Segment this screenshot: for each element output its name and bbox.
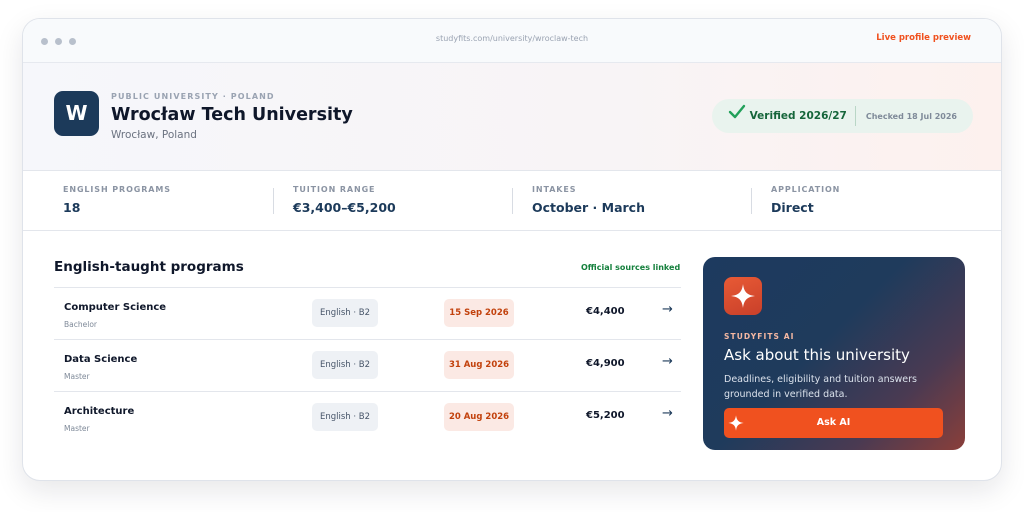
deadline-pill: 31 Aug 2026 <box>444 351 514 379</box>
stat-divider <box>273 188 274 214</box>
university-header: W PUBLIC UNIVERSITY · POLAND Wrocław Tec… <box>23 63 1001 171</box>
ask-ai-button-label: Ask AI <box>816 417 851 428</box>
stat-label: APPLICATION <box>771 185 841 194</box>
stat-value: 18 <box>63 200 81 215</box>
program-row[interactable]: Computer Science Bachelor English · B2 1… <box>54 287 681 339</box>
browser-topbar: studyfits.com/university/wroclaw-tech Li… <box>23 19 1001 63</box>
stat-divider <box>751 188 752 214</box>
university-name: Wrocław Tech University <box>111 105 353 125</box>
university-logo: W <box>54 91 99 136</box>
program-row[interactable]: Data Science Master English · B2 31 Aug … <box>54 339 681 391</box>
browser-window: studyfits.com/university/wroclaw-tech Li… <box>22 18 1002 481</box>
university-type-label: PUBLIC UNIVERSITY · POLAND <box>111 92 275 101</box>
checked-date: Checked 18 Jul 2026 <box>865 111 957 121</box>
ai-card-description: Deadlines, eligibility and tuition answe… <box>724 374 918 400</box>
program-price: €4,400 <box>586 306 625 317</box>
ai-card-title: Ask about this university <box>724 346 910 364</box>
sparkle-icon <box>724 277 762 315</box>
check-icon <box>728 104 745 119</box>
ai-card-eyebrow: STUDYFITS AI <box>724 332 795 341</box>
deadline-pill: 15 Sep 2026 <box>444 299 514 327</box>
program-level: Bachelor <box>64 320 97 329</box>
language-requirement-pill: English · B2 <box>312 299 378 327</box>
address-bar-url[interactable]: studyfits.com/university/wroclaw-tech <box>23 34 1001 43</box>
stat-label: INTAKES <box>532 185 577 194</box>
university-location: Wrocław, Poland <box>111 129 197 141</box>
stat-label: TUITION RANGE <box>293 185 376 194</box>
program-name: Data Science <box>64 354 138 365</box>
deadline-pill: 20 Aug 2026 <box>444 403 514 431</box>
language-requirement-pill: English · B2 <box>312 403 378 431</box>
program-price: €5,200 <box>586 410 625 421</box>
verified-label: Verified 2026/27 <box>749 110 847 122</box>
arrow-right-icon[interactable]: → <box>662 354 673 369</box>
program-level: Master <box>64 424 90 433</box>
stat-label: ENGLISH PROGRAMS <box>63 185 171 194</box>
sparkle-icon-shape <box>731 284 755 308</box>
stats-bar: ENGLISH PROGRAMS 18 TUITION RANGE €3,400… <box>23 171 1001 231</box>
verified-badge: Verified 2026/27 Checked 18 Jul 2026 <box>711 99 973 133</box>
stat-value: October · March <box>532 200 645 215</box>
programs-section-title: English-taught programs <box>54 259 244 275</box>
arrow-right-icon[interactable]: → <box>662 406 673 421</box>
stat-value: Direct <box>771 200 814 215</box>
ask-ai-button[interactable]: Ask AI <box>724 408 943 438</box>
program-level: Master <box>64 372 90 381</box>
program-name: Computer Science <box>64 302 167 313</box>
program-name: Architecture <box>64 406 135 417</box>
badge-divider <box>854 106 856 126</box>
arrow-right-icon[interactable]: → <box>662 302 673 317</box>
language-requirement-pill: English · B2 <box>312 351 378 379</box>
ai-assistant-card: STUDYFITS AI Ask about this university D… <box>703 257 965 450</box>
official-sources-label[interactable]: Official sources linked <box>581 263 680 272</box>
stat-value: €3,400–€5,200 <box>293 200 396 215</box>
program-row[interactable]: Architecture Master English · B2 20 Aug … <box>54 391 681 443</box>
programs-list: Computer Science Bachelor English · B2 1… <box>54 287 681 443</box>
program-price: €4,900 <box>586 358 625 369</box>
live-profile-preview-link[interactable]: Live profile preview <box>876 33 971 43</box>
stat-divider <box>512 188 513 214</box>
